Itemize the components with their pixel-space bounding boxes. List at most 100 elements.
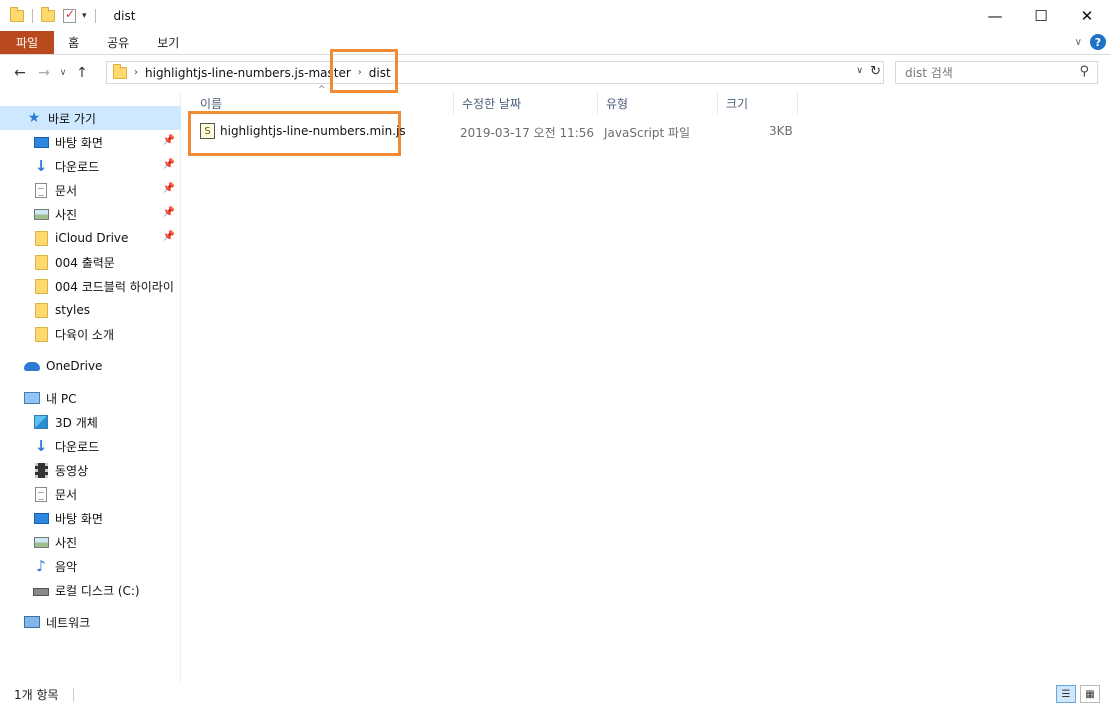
folder-icon bbox=[33, 326, 49, 342]
pin-icon: 📌 bbox=[162, 183, 175, 194]
tab-home[interactable]: 홈 bbox=[54, 31, 93, 54]
sidebar-item-documents[interactable]: 문서 bbox=[0, 482, 181, 506]
properties-icon[interactable] bbox=[63, 7, 76, 23]
forward-button[interactable]: → bbox=[32, 65, 56, 81]
3d-objects-icon bbox=[33, 414, 49, 430]
sidebar-item-label: 문서 bbox=[55, 183, 78, 198]
sidebar-item-folder[interactable]: styles bbox=[0, 298, 181, 322]
highlight-box-dist-breadcrumb bbox=[330, 49, 398, 93]
file-name[interactable]: highlightjs-line-numbers.min.js bbox=[220, 124, 406, 138]
file-size: 3KB bbox=[769, 124, 793, 138]
status-bar: 1개 항목 ☰ ▦ bbox=[0, 682, 1110, 707]
pin-icon: 📌 bbox=[162, 135, 175, 146]
pin-icon: 📌 bbox=[162, 207, 175, 218]
sidebar-item-desktop[interactable]: 바탕 화면 bbox=[0, 506, 181, 530]
new-folder-icon[interactable] bbox=[41, 6, 55, 22]
sidebar-item-label: 004 코드블럭 하이라이 bbox=[55, 279, 174, 294]
cloud-icon bbox=[24, 358, 40, 374]
sidebar-item-local-disk[interactable]: 로컬 디스크 (C:) bbox=[0, 578, 181, 602]
back-button[interactable]: ← bbox=[8, 65, 32, 81]
column-header-size[interactable]: 크기 bbox=[718, 92, 798, 114]
sidebar-item-downloads[interactable]: ↓ 다운로드 📌 bbox=[0, 154, 181, 178]
sidebar-item-label: 바탕 화면 bbox=[55, 511, 103, 526]
column-header-type[interactable]: 유형 bbox=[598, 92, 718, 114]
maximize-button[interactable]: ☐ bbox=[1018, 0, 1064, 31]
tab-view[interactable]: 보기 bbox=[143, 31, 193, 54]
large-icons-view-icon[interactable]: ▦ bbox=[1080, 685, 1100, 703]
navigation-row: ← → ∨ ↑ › highlightjs-line-numbers.js-ma… bbox=[0, 56, 1110, 90]
column-header-name[interactable]: 이름 bbox=[192, 92, 454, 114]
expand-ribbon-icon[interactable]: ∨ bbox=[1075, 37, 1082, 48]
sidebar-item-label: 로컬 디스크 (C:) bbox=[55, 583, 140, 598]
breadcrumb-separator[interactable]: › bbox=[134, 67, 138, 78]
address-bar[interactable]: › highlightjs-line-numbers.js-master › d… bbox=[106, 61, 884, 84]
sidebar-item-music[interactable]: ♪ 음악 bbox=[0, 554, 181, 578]
sidebar-item-label: 내 PC bbox=[46, 391, 77, 406]
sidebar-item-icloud-drive[interactable]: iCloud Drive 📌 bbox=[0, 226, 181, 250]
sidebar-item-3d-objects[interactable]: 3D 개체 bbox=[0, 410, 181, 434]
refresh-icon[interactable]: ↻ bbox=[870, 64, 881, 79]
sidebar-item-network[interactable]: 네트워크 bbox=[0, 610, 181, 634]
sidebar-item-label: 문서 bbox=[55, 487, 78, 502]
desktop-icon bbox=[33, 510, 49, 526]
sidebar-item-this-pc[interactable]: 내 PC bbox=[0, 386, 181, 410]
window-controls: — ☐ ✕ bbox=[972, 0, 1110, 31]
help-icon[interactable]: ? bbox=[1090, 34, 1106, 50]
sidebar-item-desktop[interactable]: 바탕 화면 📌 bbox=[0, 130, 181, 154]
computer-icon bbox=[24, 390, 40, 406]
sidebar-item-label: OneDrive bbox=[46, 359, 103, 373]
picture-icon bbox=[33, 206, 49, 222]
folder-icon bbox=[33, 230, 49, 246]
folder-icon bbox=[33, 302, 49, 318]
column-header-modified[interactable]: 수정한 날짜 bbox=[454, 92, 598, 114]
sidebar-item-label: 004 출력문 bbox=[55, 255, 115, 270]
sidebar-item-folder[interactable]: 다육이 소개 bbox=[0, 322, 181, 346]
sidebar-item-label: 사진 bbox=[55, 535, 78, 550]
separator bbox=[94, 8, 96, 23]
separator bbox=[32, 8, 33, 23]
item-count: 1개 항목 bbox=[14, 688, 59, 702]
sidebar-item-label: 사진 bbox=[55, 207, 78, 222]
minimize-button[interactable]: — bbox=[972, 0, 1018, 31]
sidebar-item-folder[interactable]: 004 출력문 bbox=[0, 250, 181, 274]
sidebar-item-pictures[interactable]: 사진 📌 bbox=[0, 202, 181, 226]
sidebar-item-downloads[interactable]: ↓ 다운로드 bbox=[0, 434, 181, 458]
details-view-icon[interactable]: ☰ bbox=[1056, 685, 1076, 703]
sidebar-item-label: 다육이 소개 bbox=[55, 327, 115, 342]
sidebar-item-onedrive[interactable]: OneDrive bbox=[0, 354, 181, 378]
sidebar-item-label: styles bbox=[55, 303, 91, 317]
table-row[interactable]: S highlightjs-line-numbers.min.js 2019-0… bbox=[194, 120, 994, 142]
customize-toolbar-dropdown[interactable]: ▾ bbox=[82, 11, 87, 21]
video-icon bbox=[33, 462, 49, 478]
window-title: dist bbox=[113, 8, 136, 23]
sidebar-item-label: 네트워크 bbox=[46, 615, 91, 630]
sidebar-item-label: 바로 가기 bbox=[48, 111, 96, 126]
navigation-pane: ★ 바로 가기 바탕 화면 📌 ↓ 다운로드 📌 문서 📌 사진 📌 iClou… bbox=[0, 92, 181, 682]
sidebar-item-quick-access[interactable]: ★ 바로 가기 bbox=[0, 106, 181, 130]
file-type: JavaScript 파일 bbox=[604, 126, 691, 140]
sidebar-item-folder[interactable]: 004 코드블럭 하이라이 bbox=[0, 274, 181, 298]
address-dropdown-icon[interactable]: ∨ bbox=[856, 66, 863, 76]
pin-icon: 📌 bbox=[162, 159, 175, 170]
search-input[interactable]: dist 검색 ⚲ bbox=[895, 61, 1098, 84]
recent-locations-dropdown[interactable]: ∨ bbox=[56, 68, 70, 78]
sidebar-item-videos[interactable]: 동영상 bbox=[0, 458, 181, 482]
search-icon[interactable]: ⚲ bbox=[1079, 64, 1089, 79]
close-button[interactable]: ✕ bbox=[1064, 0, 1110, 31]
music-icon: ♪ bbox=[36, 557, 46, 575]
tab-file[interactable]: 파일 bbox=[0, 31, 55, 54]
sidebar-item-documents[interactable]: 문서 📌 bbox=[0, 178, 181, 202]
breadcrumb-parent[interactable]: highlightjs-line-numbers.js-master bbox=[145, 66, 351, 80]
star-icon: ★ bbox=[27, 110, 41, 126]
sidebar-item-pictures[interactable]: 사진 bbox=[0, 530, 181, 554]
tab-share[interactable]: 공유 bbox=[93, 31, 143, 54]
sidebar-item-label: iCloud Drive bbox=[55, 231, 129, 245]
search-placeholder: dist 검색 bbox=[905, 66, 953, 80]
file-modified: 2019-03-17 오전 11:56 bbox=[460, 126, 595, 140]
folder-icon bbox=[10, 6, 24, 22]
sidebar-item-label: 3D 개체 bbox=[55, 415, 98, 430]
desktop-icon bbox=[33, 134, 49, 150]
javascript-file-icon: S bbox=[200, 123, 215, 139]
up-button[interactable]: ↑ bbox=[70, 65, 94, 81]
sidebar-item-label: 바탕 화면 bbox=[55, 135, 103, 150]
